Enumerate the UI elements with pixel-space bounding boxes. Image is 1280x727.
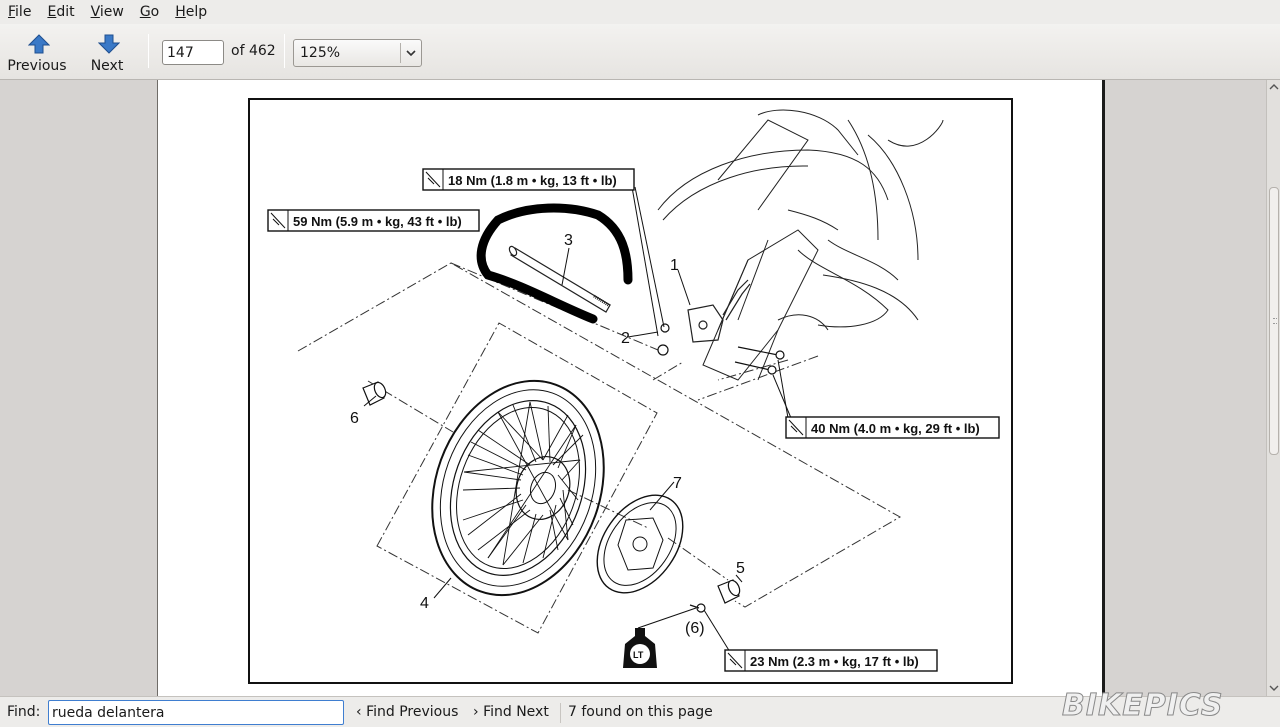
callout-2: 2 bbox=[621, 330, 630, 347]
torque-label-40: 40 Nm (4.0 m • kg, 29 ft • lb) bbox=[785, 416, 1000, 439]
find-input[interactable] bbox=[48, 700, 344, 725]
findbar-separator bbox=[560, 703, 561, 723]
menubar: File Edit View Go Help bbox=[0, 0, 1280, 24]
toolbar: Previous Next of 462 125% bbox=[0, 24, 1280, 80]
chevron-left-icon: ‹ bbox=[356, 704, 362, 720]
callout-3: 3 bbox=[564, 232, 573, 249]
callout-4: 4 bbox=[420, 595, 429, 612]
find-previous-button[interactable]: ‹ Find Previous bbox=[356, 704, 458, 720]
menu-view[interactable]: View bbox=[83, 0, 132, 24]
callout-6-paren: (6) bbox=[685, 620, 705, 637]
menu-go[interactable]: Go bbox=[132, 0, 167, 24]
collar-right bbox=[717, 579, 741, 604]
menu-file[interactable]: File bbox=[0, 0, 39, 24]
chevron-right-icon: › bbox=[473, 704, 479, 720]
torque-label-18: 18 Nm (1.8 m • kg, 13 ft • lb) bbox=[422, 168, 635, 191]
document-viewer[interactable]: 3 1 2 6 7 5 4 (6) 18 Nm (1.8 m • kg, 13 … bbox=[0, 80, 1266, 696]
collar-left bbox=[362, 381, 387, 406]
page-number-input[interactable] bbox=[162, 40, 224, 65]
next-page-button[interactable]: Next bbox=[74, 28, 140, 76]
svg-text:LT: LT bbox=[633, 650, 644, 660]
previous-label: Previous bbox=[7, 58, 67, 74]
chevron-down-icon bbox=[406, 50, 416, 57]
callout-6: 6 bbox=[350, 410, 359, 427]
find-label: Find: bbox=[7, 704, 41, 720]
find-status: 7 found on this page bbox=[568, 704, 713, 720]
vertical-scrollbar[interactable] bbox=[1266, 80, 1280, 696]
document-page: 3 1 2 6 7 5 4 (6) 18 Nm (1.8 m • kg, 13 … bbox=[157, 80, 1105, 696]
page-total: of 462 bbox=[231, 43, 276, 59]
front-wheel bbox=[431, 379, 605, 597]
callout-7: 7 bbox=[673, 475, 682, 492]
scroll-down-arrow-icon[interactable] bbox=[1269, 683, 1279, 693]
find-next-button[interactable]: › Find Next bbox=[473, 704, 549, 720]
callout-1: 1 bbox=[670, 257, 679, 274]
svg-text:18 Nm (1.8 m • kg, 13 ft • lb): 18 Nm (1.8 m • kg, 13 ft • lb) bbox=[448, 173, 617, 188]
torque-label-59: 59 Nm (5.9 m • kg, 43 ft • lb) bbox=[267, 209, 480, 232]
menu-edit[interactable]: Edit bbox=[39, 0, 82, 24]
svg-text:59 Nm (5.9 m • kg, 43 ft • lb): 59 Nm (5.9 m • kg, 43 ft • lb) bbox=[293, 214, 462, 229]
bolts bbox=[657, 323, 785, 613]
brake-caliper bbox=[687, 279, 751, 343]
threadlock-lt-icon: LT bbox=[623, 628, 657, 668]
watermark-logo: BIKEPICS bbox=[1061, 688, 1224, 724]
callout-5: 5 bbox=[736, 560, 745, 577]
scroll-up-arrow-icon[interactable] bbox=[1269, 82, 1279, 92]
scrollbar-thumb[interactable] bbox=[1269, 187, 1279, 455]
toolbar-separator bbox=[284, 34, 285, 68]
arrow-down-icon bbox=[98, 34, 120, 54]
brake-disc bbox=[596, 494, 684, 594]
zoom-value: 125% bbox=[300, 45, 341, 61]
svg-text:40 Nm (4.0 m • kg, 29 ft • lb): 40 Nm (4.0 m • kg, 29 ft • lb) bbox=[811, 421, 980, 436]
front-fork-illustration bbox=[657, 109, 944, 381]
arrow-up-icon bbox=[28, 34, 50, 54]
assembly-guide-lines bbox=[297, 262, 902, 634]
svg-text:23 Nm (2.3 m • kg, 17 ft • lb): 23 Nm (2.3 m • kg, 17 ft • lb) bbox=[750, 654, 919, 669]
menu-help[interactable]: Help bbox=[167, 0, 215, 24]
zoom-select[interactable]: 125% bbox=[293, 39, 422, 67]
exploded-wheel-diagram: 3 1 2 6 7 5 4 (6) 18 Nm (1.8 m • kg, 13 … bbox=[248, 98, 1013, 684]
toolbar-separator bbox=[148, 34, 149, 68]
next-label: Next bbox=[90, 58, 124, 74]
torque-label-23: 23 Nm (2.3 m • kg, 17 ft • lb) bbox=[724, 649, 938, 672]
previous-page-button[interactable]: Previous bbox=[4, 28, 70, 76]
